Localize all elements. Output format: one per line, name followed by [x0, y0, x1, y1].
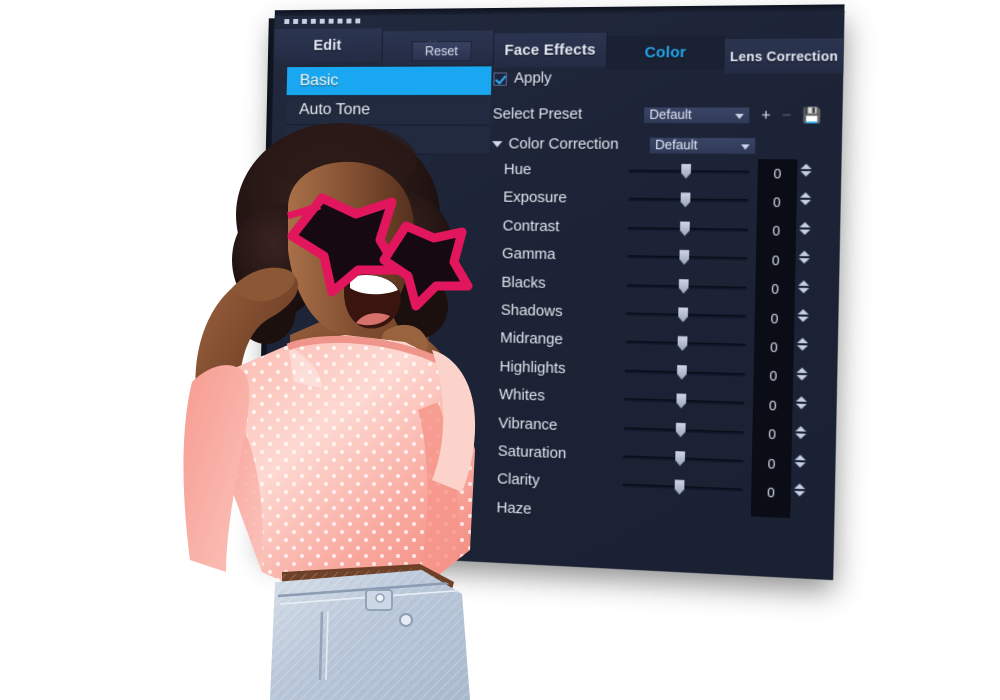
slider-stepper[interactable] [800, 163, 812, 177]
add-preset-button[interactable]: + [761, 106, 771, 124]
slider-track[interactable] [624, 370, 746, 377]
sidebar-item-label: Auto Tone [298, 101, 371, 119]
slider-value-text: 0 [771, 282, 780, 298]
slider-value-text: 0 [768, 398, 777, 414]
window-drag-handle[interactable] [284, 18, 361, 25]
slider-value-text: 0 [773, 166, 782, 182]
slider-handle[interactable] [676, 394, 686, 409]
screenshot-root: Edit Effect Face Effects Color Lens Corr… [0, 0, 1000, 700]
pink-top [183, 335, 476, 598]
slider-stepper[interactable] [793, 483, 806, 497]
tab-edit-label: Edit [313, 37, 342, 54]
slider-handle[interactable] [681, 164, 691, 179]
slider-value-text: 0 [770, 311, 779, 327]
slider-value-field[interactable]: 0 [755, 245, 796, 276]
apply-checkbox[interactable] [493, 71, 508, 86]
sidebar-item-label: Basic [299, 71, 339, 90]
slider-track[interactable] [623, 427, 744, 434]
slider-value-text: 0 [772, 195, 781, 211]
remove-preset-button[interactable]: − [782, 106, 792, 124]
photo-subject [183, 123, 476, 700]
slider-handle[interactable] [680, 221, 690, 236]
slider-value-field[interactable]: 0 [756, 188, 797, 218]
save-preset-icon[interactable]: 💾 [802, 106, 822, 123]
sidebar-item-basic[interactable]: Basic [286, 66, 492, 97]
tab-face-label: Face Effects [504, 41, 596, 59]
slider-value-text: 0 [772, 224, 781, 240]
denim-shorts [270, 568, 470, 700]
tab-edit[interactable]: Edit [273, 28, 383, 63]
slider-handle[interactable] [678, 307, 688, 322]
slider-value-field[interactable]: 0 [752, 390, 793, 422]
slider-value-field[interactable]: 0 [751, 448, 792, 480]
tab-bar: Edit Effect Face Effects Color Lens Corr… [273, 25, 845, 74]
slider-handle[interactable] [679, 250, 689, 265]
tab-color-label: Color [644, 44, 687, 62]
